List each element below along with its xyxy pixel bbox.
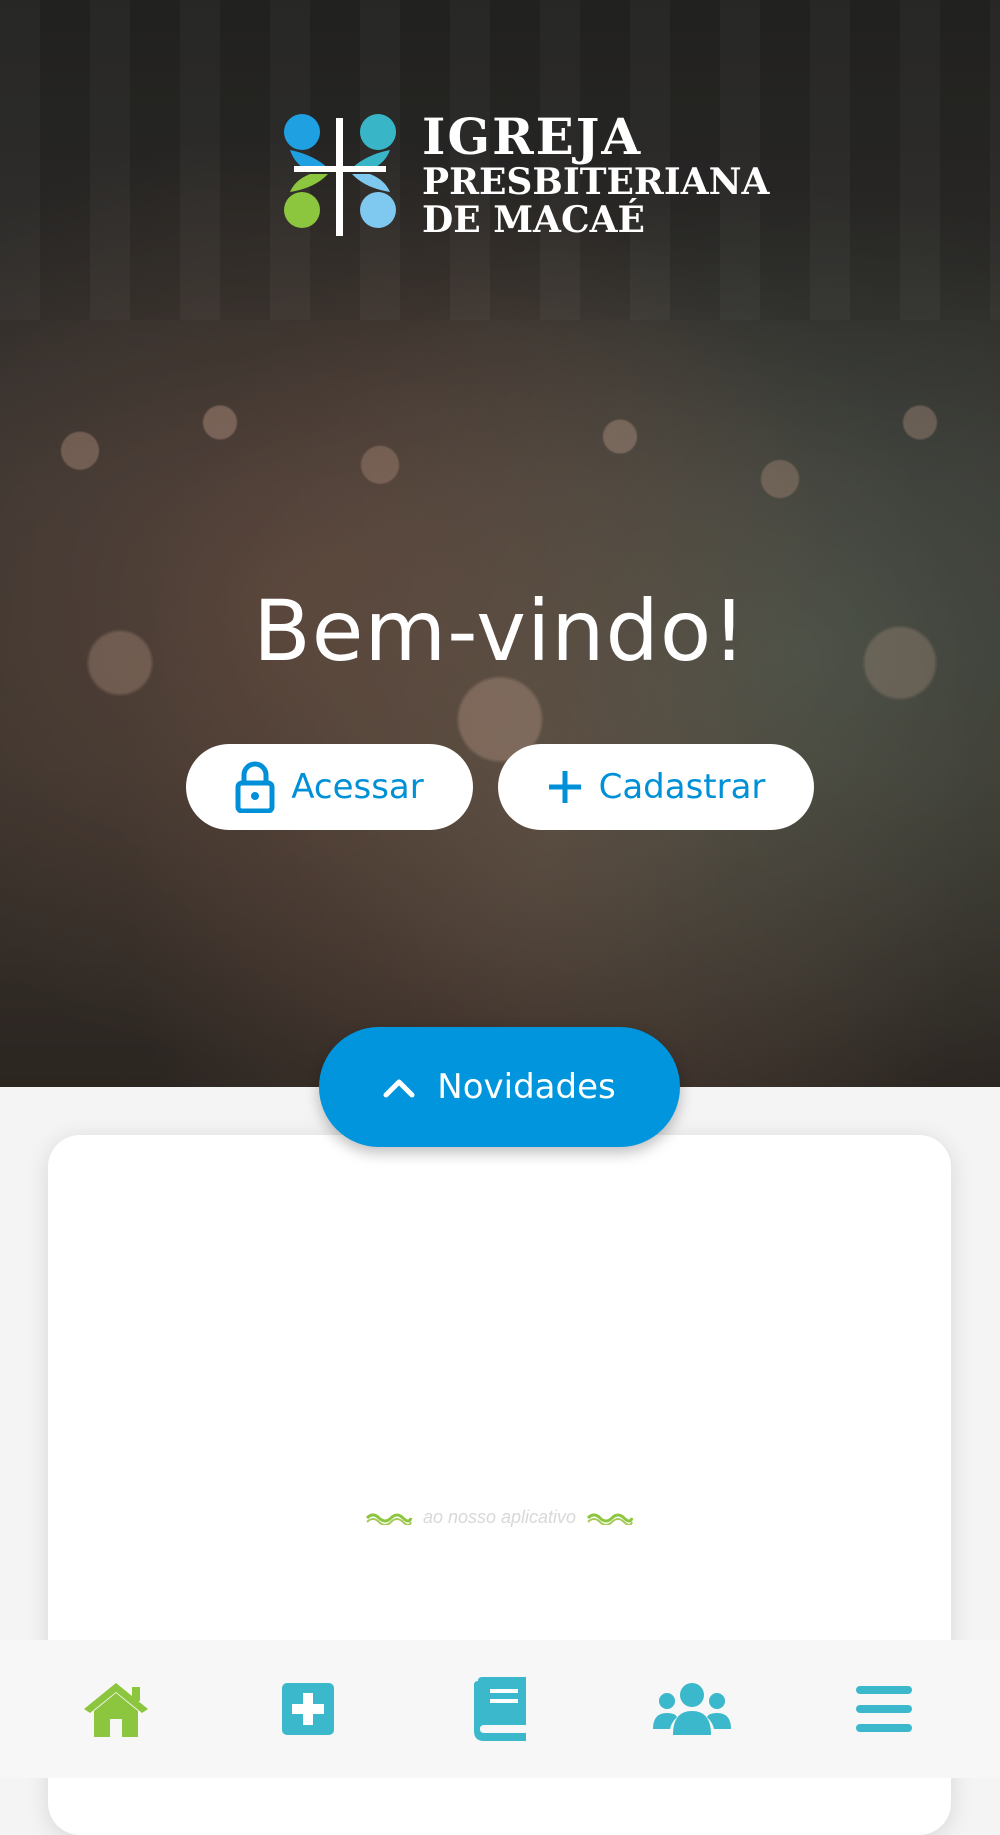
hamburger-icon bbox=[856, 1686, 912, 1732]
nav-home[interactable] bbox=[66, 1669, 166, 1749]
wave-left-icon bbox=[365, 1511, 413, 1525]
signup-label: Cadastrar bbox=[598, 767, 766, 807]
news-toggle-button[interactable]: Novidades bbox=[319, 1027, 680, 1147]
church-cross-logo-icon bbox=[284, 114, 396, 236]
nav-groups[interactable] bbox=[642, 1669, 742, 1749]
lock-icon bbox=[235, 761, 275, 813]
hero-photo-crowd bbox=[0, 380, 1000, 1087]
nav-add[interactable] bbox=[258, 1669, 358, 1749]
signup-button[interactable]: Cadastrar bbox=[498, 744, 814, 830]
logo-location: DE MACAÉ bbox=[422, 199, 645, 241]
news-label: Novidades bbox=[437, 1067, 616, 1107]
home-icon bbox=[84, 1683, 148, 1737]
bottom-navigation bbox=[0, 1640, 1000, 1778]
welcome-heading: Bem-vindo! bbox=[253, 582, 747, 680]
logo-subtitle: PRESBITERIANA bbox=[422, 161, 770, 203]
logo-title: IGREJA bbox=[422, 107, 643, 166]
church-logo: IGREJA PRESBITERIANA DE MACAÉ bbox=[270, 110, 769, 240]
nav-bible[interactable] bbox=[450, 1669, 550, 1749]
wave-right-icon bbox=[586, 1511, 634, 1525]
login-button[interactable]: Acessar bbox=[186, 744, 473, 830]
chevron-up-icon bbox=[383, 1076, 415, 1098]
plus-icon bbox=[547, 769, 583, 805]
tagline-text: ao nosso aplicativo bbox=[422, 1507, 577, 1527]
users-icon bbox=[653, 1683, 731, 1735]
nav-menu[interactable] bbox=[834, 1669, 934, 1749]
login-label: Acessar bbox=[291, 767, 424, 807]
plus-square-icon bbox=[282, 1683, 334, 1735]
book-icon bbox=[474, 1677, 526, 1741]
card-tagline: ao nosso aplicativo bbox=[48, 1507, 951, 1528]
